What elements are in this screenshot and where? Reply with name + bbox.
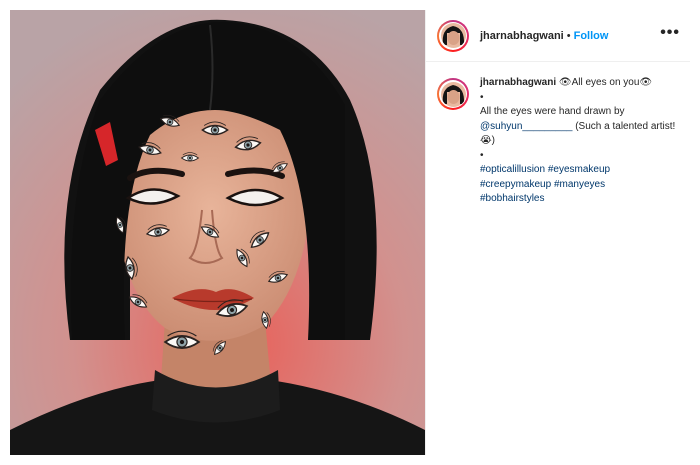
hashtag-link[interactable]: #creepymakeup <box>480 179 551 190</box>
hashtag-link[interactable]: #manyeyes <box>554 179 605 190</box>
header-dot: • <box>566 29 571 42</box>
caption-title: 👁All eyes on you👁 <box>558 77 653 88</box>
hashtag-link[interactable]: #eyesmakeup <box>548 164 610 175</box>
caption-line: All the eyes were hand drawn by <box>480 106 625 117</box>
post-photo[interactable] <box>10 10 425 455</box>
caption-username[interactable]: jharnabhagwani <box>480 77 556 88</box>
hashtag-link[interactable]: #bobhairstyles <box>480 193 544 204</box>
caption-text: jharnabhagwani 👁All eyes on you👁 • All t… <box>480 76 680 207</box>
makeup-portrait-image <box>10 10 425 455</box>
avatar-image <box>440 23 466 48</box>
post-header: jharnabhagwani • Follow ••• <box>426 10 690 62</box>
follow-button[interactable]: Follow <box>574 30 609 42</box>
more-options-icon[interactable]: ••• <box>660 24 680 44</box>
hashtag-link[interactable]: #opticalillusion <box>480 164 545 175</box>
caption-bullet: • <box>480 91 484 103</box>
caption-bullet-2: • <box>480 149 484 161</box>
post-sidebar: jharnabhagwani • Follow ••• jharnabhagwa… <box>425 10 690 455</box>
caption-avatar[interactable] <box>437 78 469 110</box>
avatar[interactable] <box>437 19 469 52</box>
post-caption: jharnabhagwani 👁All eyes on you👁 • All t… <box>426 62 690 207</box>
caption-avatar-image <box>440 81 466 107</box>
instagram-post: jharnabhagwani • Follow ••• jharnabhagwa… <box>0 0 700 465</box>
header-username[interactable]: jharnabhagwani <box>480 30 564 42</box>
mention-link[interactable]: @suhyun_________ <box>480 121 572 132</box>
